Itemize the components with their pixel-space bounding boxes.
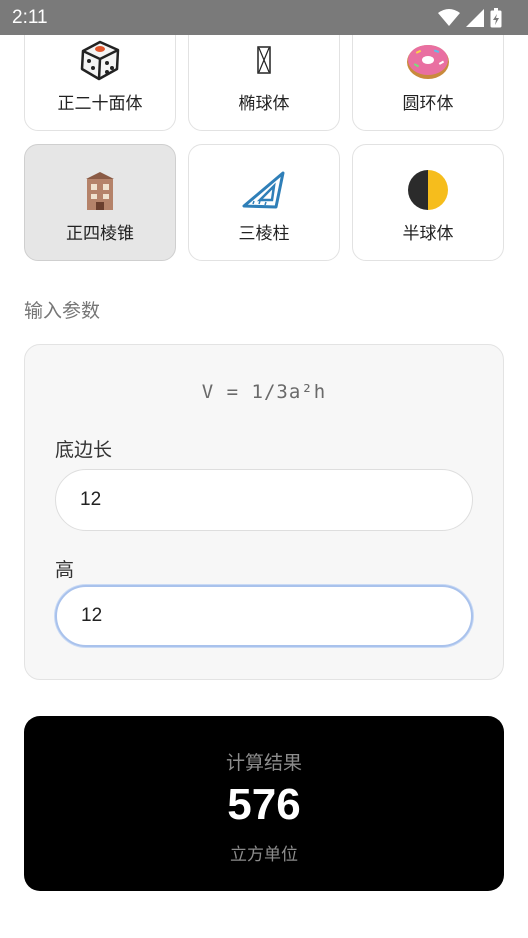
shape-label: 正二十面体 [57, 94, 143, 114]
wifi-icon [438, 8, 460, 26]
donut-icon [405, 37, 451, 83]
shape-label: 半球体 [402, 224, 454, 244]
signal-icon [466, 8, 484, 27]
formula-text: V = 1/3a²h [201, 381, 327, 403]
shape-label: 圆环体 [402, 94, 454, 114]
base-edge-label: 底边长 [55, 439, 113, 461]
section-title: 输入参数 [24, 300, 101, 322]
base-edge-input[interactable] [55, 469, 473, 531]
hourglass-icon [241, 37, 287, 83]
building-icon [77, 167, 123, 213]
height-label: 高 [55, 559, 75, 581]
result-card: 计算结果 576 立方单位 [24, 716, 504, 891]
triangle-ruler-icon [241, 167, 287, 213]
dice-icon [77, 37, 123, 83]
shape-card-triangular-prism[interactable]: 三棱柱 [188, 144, 340, 261]
result-value: 576 [227, 780, 301, 829]
parameter-panel: V = 1/3a²h 底边长 高 [24, 344, 504, 680]
battery-icon [490, 7, 502, 27]
status-time: 2:11 [12, 6, 48, 28]
status-icons [438, 7, 502, 28]
shape-label: 正四棱锥 [66, 224, 134, 244]
shape-card-square-pyramid[interactable]: 正四棱锥 [24, 144, 176, 261]
result-unit: 立方单位 [230, 845, 298, 865]
status-bar: 2:11 [0, 0, 528, 35]
shape-label: 三棱柱 [238, 224, 290, 244]
shape-label: 椭球体 [238, 94, 290, 114]
shape-card-hemisphere[interactable]: 半球体 [352, 144, 504, 261]
half-circle-icon [405, 167, 451, 213]
height-input[interactable] [55, 585, 473, 647]
result-title: 计算结果 [225, 752, 302, 774]
